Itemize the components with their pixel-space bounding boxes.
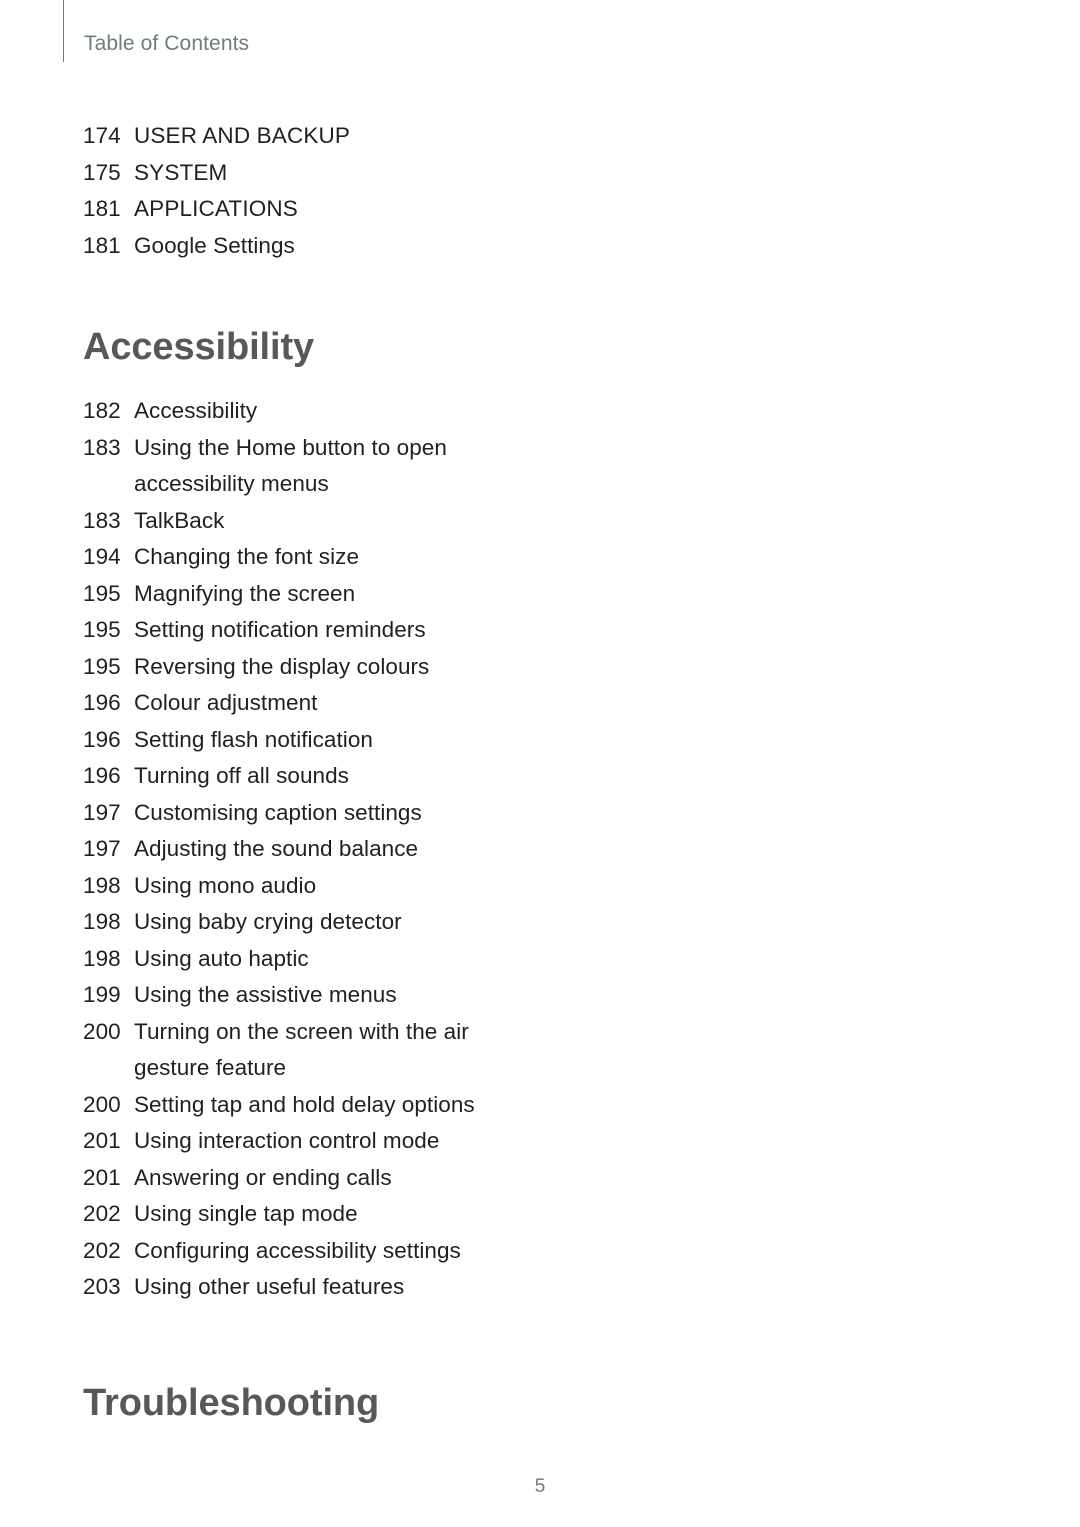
toc-entry-page-number: 181: [83, 196, 121, 221]
toc-entry-title: Using other useful features: [134, 1274, 405, 1299]
toc-entry[interactable]: 175 SYSTEM: [83, 155, 643, 192]
toc-entry-page-number: 197: [83, 836, 121, 861]
toc-entry[interactable]: 196 Colour adjustment: [83, 685, 643, 722]
toc-entry[interactable]: 202 Using single tap mode: [83, 1196, 643, 1233]
toc-entry[interactable]: 200 Setting tap and hold delay options: [83, 1087, 643, 1124]
toc-entry-title: Setting tap and hold delay options: [134, 1091, 475, 1117]
toc-entry-title: Using auto haptic: [134, 945, 309, 971]
toc-entry-title: Using single tap mode: [134, 1201, 358, 1226]
vertical-spacer: [83, 1306, 643, 1384]
toc-entry-page-number: 200: [83, 1091, 121, 1117]
toc-entry[interactable]: 196 Turning off all sounds: [83, 758, 643, 795]
vertical-spacer: [83, 264, 643, 328]
toc-entry[interactable]: 195 Setting notification reminders: [83, 612, 643, 649]
toc-entry[interactable]: 202 Configuring accessibility settings: [83, 1233, 643, 1270]
toc-entry-title: Reversing the display colours: [134, 653, 430, 679]
toc-entry-page-number: 197: [83, 799, 121, 825]
toc-entry[interactable]: 196 Setting flash notification: [83, 722, 643, 759]
toc-entry-title: Using mono audio: [134, 872, 317, 898]
toc-entry[interactable]: 195 Magnifying the screen: [83, 576, 643, 613]
toc-entry-page-number: 195: [83, 580, 121, 606]
toc-entry-title: TalkBack: [134, 507, 225, 533]
toc-entry-title: USER AND BACKUP: [134, 123, 351, 148]
toc-entry-page-number: 201: [83, 1164, 121, 1190]
toc-entry-page-number: 201: [83, 1128, 121, 1153]
toc-entry[interactable]: 201 Answering or ending calls: [83, 1160, 643, 1197]
toc-list: 174 USER AND BACKUP 175 SYSTEM 181 APPLICATIO…: [83, 118, 643, 264]
toc-entry-title: Turning on the screen with the air gestu…: [134, 1018, 469, 1081]
page-number: 5: [534, 1476, 546, 1497]
toc-entry[interactable]: 195 Reversing the display colours: [83, 649, 643, 686]
toc-entry-page-number: 174: [83, 123, 121, 148]
toc-entry-page-number: 183: [83, 434, 121, 460]
toc-entry-page-number: 183: [83, 507, 121, 533]
toc-entry[interactable]: 200 Turning on the screen with the air ge…: [83, 1014, 643, 1087]
page-canvas: Table of Contents 174 USER AND BACKUP 175 S…: [0, 0, 1080, 1527]
toc-entry-title: Accessibility: [134, 398, 258, 423]
toc-entry-page-number: 199: [83, 982, 121, 1007]
toc-entry-page-number: 198: [83, 909, 121, 934]
toc-entry-page-number: 202: [83, 1201, 121, 1226]
toc-entry-page-number: 203: [83, 1274, 121, 1299]
toc-entry-title: Colour adjustment: [134, 690, 318, 715]
toc-entry-title: Using the assistive menus: [134, 982, 397, 1007]
toc-entry-title: APPLICATIONS: [134, 196, 298, 221]
toc-entry[interactable]: 197 Customising caption settings: [83, 795, 643, 832]
toc-entry[interactable]: 194 Changing the font size: [83, 539, 643, 576]
toc-content: 174 USER AND BACKUP 175 SYSTEM 181 APPLICATIO…: [83, 118, 643, 1422]
toc-entry[interactable]: 198 Using auto haptic: [83, 941, 643, 978]
toc-entry-title: Turning off all sounds: [134, 763, 349, 788]
toc-entry-page-number: 200: [83, 1018, 121, 1044]
toc-entry-title: Adjusting the sound balance: [134, 836, 419, 861]
toc-entry[interactable]: 182 Accessibility: [83, 393, 643, 430]
toc-entry[interactable]: 198 Using baby crying detector: [83, 904, 643, 941]
toc-entry-page-number: 195: [83, 617, 121, 642]
toc-entry[interactable]: 199 Using the assistive menus: [83, 977, 643, 1014]
toc-entry-page-number: 194: [83, 544, 121, 569]
toc-entry-page-number: 182: [83, 398, 121, 423]
toc-blocks: 174 USER AND BACKUP 175 SYSTEM 181 APPLICATIO…: [83, 118, 643, 1422]
toc-entry-title: Setting notification reminders: [134, 617, 426, 642]
toc-entry-title: Google Settings: [134, 232, 295, 258]
toc-entry[interactable]: 198 Using mono audio: [83, 868, 643, 905]
toc-list: 182 Accessibility 183 Using the Home button…: [83, 393, 643, 1306]
toc-entry[interactable]: 183 Using the Home button to open accessi…: [83, 430, 643, 503]
vertical-spacer: [83, 366, 643, 393]
toc-entry-title: Configuring accessibility settings: [134, 1237, 461, 1263]
toc-entry-title: Magnifying the screen: [134, 580, 356, 606]
toc-entry-page-number: 196: [83, 690, 121, 715]
toc-entry-page-number: 198: [83, 872, 121, 898]
toc-entry-page-number: 181: [83, 232, 121, 258]
toc-entry-page-number: 195: [83, 653, 121, 679]
toc-entry[interactable]: 197 Adjusting the sound balance: [83, 831, 643, 868]
toc-entry-title: Using baby crying detector: [134, 909, 402, 934]
toc-entry-page-number: 196: [83, 763, 121, 788]
toc-entry[interactable]: 203 Using other useful features: [83, 1269, 643, 1306]
section-heading: Accessibility: [83, 326, 315, 368]
toc-entry[interactable]: 174 USER AND BACKUP: [83, 118, 643, 155]
toc-entry-title: Answering or ending calls: [134, 1164, 392, 1190]
page-folio: 5: [0, 1477, 1080, 1496]
toc-entry-title: Using interaction control mode: [134, 1128, 440, 1153]
toc-entry-title: Using the Home button to open accessibil…: [134, 434, 447, 497]
toc-entry[interactable]: 201 Using interaction control mode: [83, 1123, 643, 1160]
section-heading: Troubleshooting: [83, 1381, 380, 1424]
toc-entry-title: Setting flash notification: [134, 726, 373, 752]
toc-entry[interactable]: 181 Google Settings: [83, 228, 643, 265]
toc-entry-title: Customising caption settings: [134, 799, 422, 825]
toc-entry-page-number: 202: [83, 1237, 121, 1263]
toc-entry[interactable]: 183 TalkBack: [83, 503, 643, 540]
toc-entry-page-number: 196: [83, 726, 121, 752]
toc-entry-title: Changing the font size: [134, 544, 360, 569]
running-header: Table of Contents: [63, 0, 249, 62]
toc-entry-page-number: 175: [83, 159, 121, 185]
toc-entry[interactable]: 181 APPLICATIONS: [83, 191, 643, 228]
toc-entry-title: SYSTEM: [134, 159, 228, 185]
running-header-title: Table of Contents: [84, 32, 250, 55]
toc-entry-page-number: 198: [83, 945, 121, 971]
